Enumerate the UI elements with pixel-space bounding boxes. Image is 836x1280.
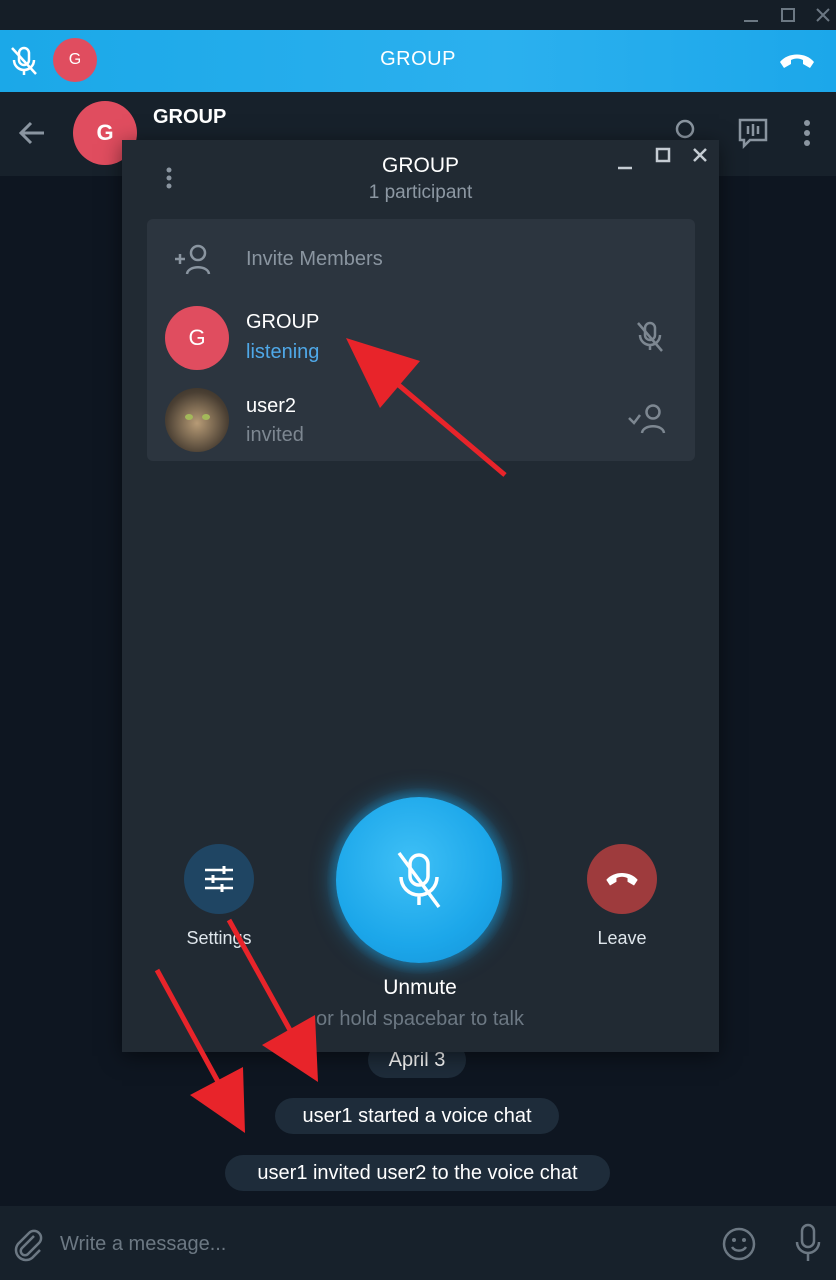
minimize-icon[interactable] — [740, 4, 762, 26]
unmute-hint: or hold spacebar to talk — [316, 1008, 524, 1030]
participant-count: 1 participant — [368, 182, 473, 203]
maximize-icon[interactable] — [777, 4, 799, 26]
minimize-icon[interactable] — [614, 152, 636, 174]
chat-avatar-letter: G — [96, 120, 114, 145]
leave-button[interactable] — [587, 844, 657, 914]
leave-label: Leave — [597, 928, 647, 948]
settings-label: Settings — [186, 928, 252, 948]
voice-chat-icon[interactable] — [736, 116, 770, 150]
message-composer — [0, 1206, 836, 1280]
voice-chat-panel: GROUP 1 participant Invite Members G GRO… — [122, 140, 719, 1052]
end-call-icon[interactable] — [776, 48, 818, 74]
mic-off-icon — [637, 321, 663, 352]
close-icon[interactable] — [689, 144, 711, 166]
unmute-label: Unmute — [383, 976, 457, 999]
invite-members-label: Invite Members — [246, 248, 383, 270]
chat-title[interactable]: GROUP — [153, 106, 226, 129]
microphone-icon[interactable] — [792, 1222, 824, 1264]
back-arrow-icon[interactable] — [16, 118, 48, 148]
more-vertical-icon[interactable] — [800, 118, 814, 148]
window-titlebar — [0, 0, 836, 30]
participant-avatar: G — [165, 306, 229, 370]
participant-status: listening — [246, 341, 320, 363]
voice-chat-bar[interactable]: G GROUP — [0, 30, 836, 92]
end-call-icon — [606, 873, 638, 886]
close-icon[interactable] — [812, 4, 834, 26]
participant-row[interactable]: user2 invited — [147, 381, 695, 461]
participant-avatar-letter: G — [188, 325, 206, 350]
participant-name: user2 — [246, 395, 297, 417]
participant-avatar — [165, 388, 229, 452]
service-message: user1 invited user2 to the voice chat — [225, 1155, 610, 1191]
participant-row[interactable]: G GROUP listening — [147, 299, 695, 381]
participant-status: invited — [246, 424, 304, 446]
mic-off-icon — [397, 851, 441, 909]
call-title: GROUP — [380, 48, 456, 70]
settings-button[interactable] — [184, 844, 254, 914]
service-message: user1 started a voice chat — [275, 1098, 559, 1134]
unmute-button[interactable] — [336, 797, 502, 963]
participant-name: GROUP — [246, 311, 320, 333]
participants-list: Invite Members G GROUP listening user2 i… — [147, 219, 695, 461]
emoji-icon[interactable] — [721, 1226, 757, 1262]
message-input[interactable] — [60, 1224, 700, 1264]
paperclip-icon[interactable] — [12, 1226, 44, 1262]
add-user-icon — [175, 244, 211, 275]
invite-members-row[interactable]: Invite Members — [147, 219, 695, 299]
maximize-icon[interactable] — [652, 144, 674, 166]
settings-sliders-icon — [205, 866, 233, 892]
check-user-icon — [628, 404, 666, 434]
